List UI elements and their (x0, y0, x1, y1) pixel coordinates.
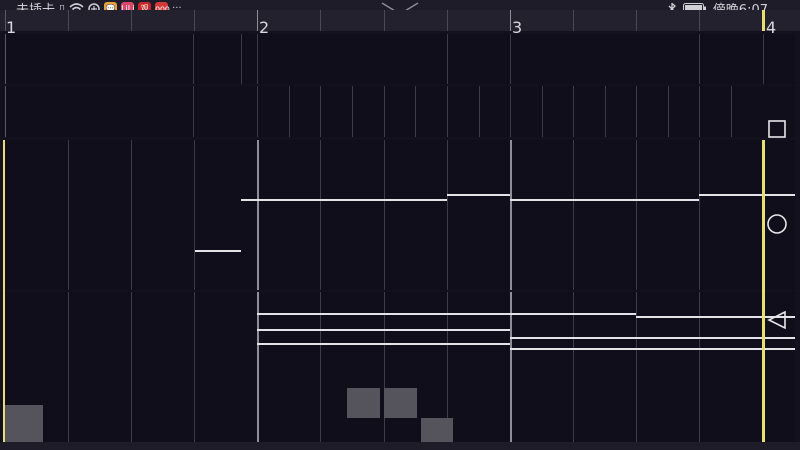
grid-line (605, 86, 606, 137)
ruler-tick (384, 10, 385, 31)
track-row[interactable] (5, 34, 795, 84)
grid-line (352, 86, 353, 137)
ruler-tick (320, 10, 321, 31)
timeline-ruler[interactable]: 1 2 3 4 (0, 10, 800, 37)
grid-line (193, 34, 194, 84)
ruler-tick (636, 10, 637, 31)
drum-pad[interactable] (421, 418, 453, 442)
home-icon[interactable] (766, 213, 788, 235)
grid-line (636, 292, 637, 442)
grid-line (542, 86, 543, 137)
ruler-tick (447, 10, 448, 31)
grid-line (447, 86, 448, 137)
grid-line (257, 86, 258, 137)
ruler-tick (257, 10, 258, 31)
grid-line (131, 140, 132, 290)
playhead[interactable] (762, 140, 765, 442)
grid-line (699, 86, 700, 137)
note[interactable] (257, 329, 510, 331)
grid-line (5, 34, 6, 84)
grid-line (510, 34, 511, 84)
drum-pad[interactable] (5, 405, 43, 442)
grid-line (131, 292, 132, 442)
grid-line (257, 140, 259, 290)
note[interactable] (257, 343, 510, 345)
grid-line (510, 86, 511, 137)
grid-line (68, 140, 69, 290)
grid-line (384, 140, 385, 290)
grid-line (668, 86, 669, 137)
bottom-strip (0, 442, 800, 450)
drum-pad[interactable] (384, 388, 417, 418)
grid-line (384, 86, 385, 137)
grid-line (257, 34, 258, 84)
grid-line (699, 292, 700, 442)
grid-line (636, 140, 637, 290)
grid-line (573, 140, 574, 290)
grid-line (5, 86, 6, 137)
grid-line (194, 140, 195, 290)
note[interactable] (447, 194, 510, 196)
grid-line (731, 86, 732, 137)
ruler-tick (194, 10, 195, 31)
grid-line (194, 292, 195, 442)
note[interactable] (195, 250, 241, 252)
ruler-tick (131, 10, 132, 31)
drum-pad[interactable] (347, 388, 380, 418)
ruler-playhead[interactable] (762, 10, 765, 31)
ruler-tick (510, 10, 511, 31)
note[interactable] (510, 199, 699, 201)
note[interactable] (241, 199, 447, 201)
grid-line (699, 34, 700, 84)
grid-line (447, 34, 448, 84)
ruler-tick (573, 10, 574, 31)
grid-line (636, 86, 637, 137)
recent-apps-icon[interactable] (766, 118, 788, 140)
grid-line (415, 86, 416, 137)
grid-line (763, 34, 764, 84)
grid-line (510, 140, 512, 290)
back-icon[interactable] (766, 309, 788, 331)
ruler-tick (699, 10, 700, 31)
grid-line (289, 86, 290, 137)
grid-line (479, 86, 480, 137)
grid-line (193, 86, 194, 137)
grid-line (447, 140, 448, 290)
grid-line (68, 292, 69, 442)
track-row[interactable] (5, 292, 795, 442)
grid-line (699, 140, 700, 290)
grid-line (320, 86, 321, 137)
note[interactable] (510, 337, 795, 339)
note[interactable] (699, 194, 795, 196)
note[interactable] (257, 313, 636, 315)
grid-line (320, 140, 321, 290)
loop-start-marker[interactable] (3, 140, 5, 442)
track-row[interactable] (5, 86, 795, 137)
track-row[interactable] (5, 140, 795, 290)
ruler-tick (68, 10, 69, 31)
note[interactable] (510, 348, 795, 350)
grid-line (573, 86, 574, 137)
grid-line (241, 34, 242, 84)
